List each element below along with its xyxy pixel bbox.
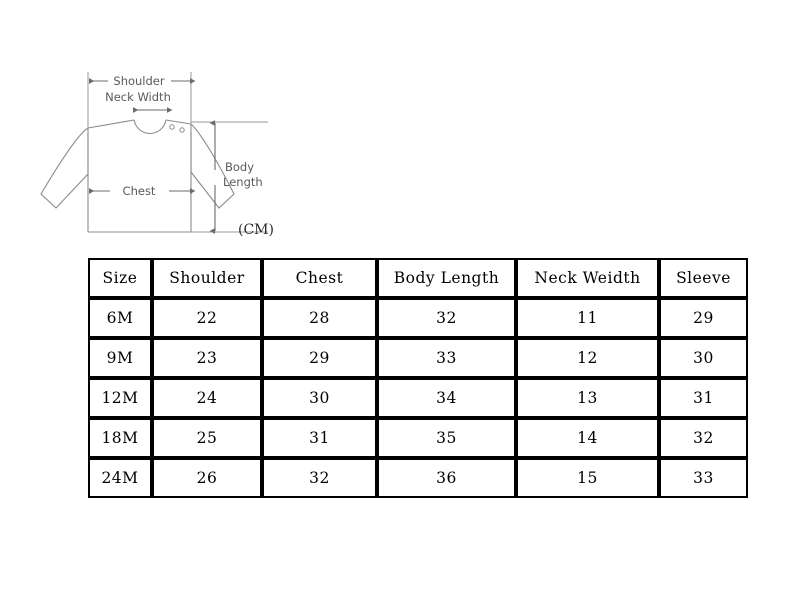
- cell-body-length: 36: [377, 458, 516, 498]
- cell-shoulder: 25: [152, 418, 262, 458]
- cell-neck-weidth: 14: [516, 418, 659, 458]
- column-header-size: Size: [88, 258, 152, 298]
- cell-sleeve: 30: [659, 338, 748, 378]
- cell-shoulder: 24: [152, 378, 262, 418]
- cell-body-length: 33: [377, 338, 516, 378]
- cell-size: 6M: [88, 298, 152, 338]
- table-row: 9M 23 29 33 12 30: [88, 338, 748, 378]
- column-header-sleeve: Sleeve: [659, 258, 748, 298]
- size-chart-table: Size Shoulder Chest Body Length Neck Wei…: [88, 258, 748, 498]
- column-header-shoulder: Shoulder: [152, 258, 262, 298]
- column-header-body-length: Body Length: [377, 258, 516, 298]
- cell-chest: 32: [262, 458, 377, 498]
- cell-shoulder: 26: [152, 458, 262, 498]
- garment-right-shoulder-line: [165, 119, 192, 125]
- cell-size: 18M: [88, 418, 152, 458]
- column-header-chest: Chest: [262, 258, 377, 298]
- cell-body-length: 32: [377, 298, 516, 338]
- cell-size: 12M: [88, 378, 152, 418]
- table-header-row: Size Shoulder Chest Body Length Neck Wei…: [88, 258, 748, 298]
- cell-sleeve: 29: [659, 298, 748, 338]
- table-row: 6M 22 28 32 11 29: [88, 298, 748, 338]
- cell-neck-weidth: 15: [516, 458, 659, 498]
- cell-neck-weidth: 13: [516, 378, 659, 418]
- cell-sleeve: 31: [659, 378, 748, 418]
- garment-neckline: [133, 119, 167, 135]
- garment-left-shoulder-line: [87, 119, 135, 129]
- size-chart-table-container: Size Shoulder Chest Body Length Neck Wei…: [88, 258, 748, 498]
- cell-shoulder: 22: [152, 298, 262, 338]
- garment-left-sleeve: [40, 127, 89, 209]
- table-row: 18M 25 31 35 14 32: [88, 418, 748, 458]
- cell-chest: 28: [262, 298, 377, 338]
- cell-body-length: 34: [377, 378, 516, 418]
- cell-sleeve: 32: [659, 418, 748, 458]
- cell-neck-weidth: 12: [516, 338, 659, 378]
- shoulder-label: Shoulder: [113, 74, 164, 88]
- cell-size: 24M: [88, 458, 152, 498]
- cell-body-length: 35: [377, 418, 516, 458]
- garment-buttons-group: [169, 124, 185, 133]
- chest-dimension-group: Chest: [89, 184, 196, 198]
- neck-width-label: Neck Width: [105, 90, 171, 104]
- button-icon: [169, 124, 175, 130]
- garment-measurement-diagram: Shoulder Neck Width Chest Body Length (C…: [20, 52, 300, 252]
- button-icon: [179, 127, 185, 133]
- chest-label: Chest: [123, 184, 156, 198]
- cell-chest: 30: [262, 378, 377, 418]
- table-row: 12M 24 30 34 13 31: [88, 378, 748, 418]
- garment-outline-group: [40, 119, 235, 233]
- unit-label: (CM): [238, 222, 274, 238]
- cell-sleeve: 33: [659, 458, 748, 498]
- body-length-label-line2: Length: [223, 175, 263, 189]
- neck-width-dimension-group: Neck Width: [105, 90, 173, 113]
- cell-size: 9M: [88, 338, 152, 378]
- column-header-neck-weidth: Neck Weidth: [516, 258, 659, 298]
- table-row: 24M 26 32 36 15 33: [88, 458, 748, 498]
- body-length-label-line1: Body: [225, 160, 254, 174]
- cell-chest: 29: [262, 338, 377, 378]
- cell-shoulder: 23: [152, 338, 262, 378]
- cell-chest: 31: [262, 418, 377, 458]
- cell-neck-weidth: 11: [516, 298, 659, 338]
